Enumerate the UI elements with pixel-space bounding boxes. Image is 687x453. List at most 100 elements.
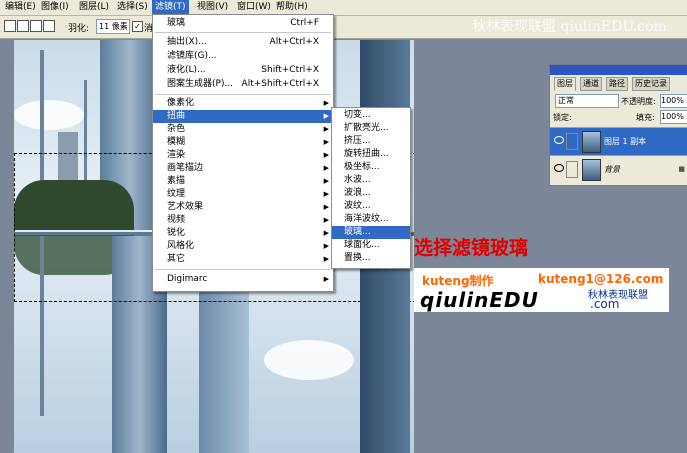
distort-item-zigzag[interactable]: 水波...	[332, 174, 410, 187]
filter-menu-item-pixelate[interactable]: 像素化 ▶	[153, 97, 333, 110]
filter-menu-item-noise[interactable]: 杂色 ▶	[153, 123, 333, 136]
cloud-shape	[264, 340, 354, 380]
menu-view[interactable]: 视图(V)	[194, 0, 231, 15]
add-selection-icon[interactable]	[17, 20, 29, 32]
layer-thumbnail	[582, 159, 601, 181]
menu-item-label: Digimarc	[167, 274, 208, 284]
menu-item-shortcut: Ctrl+F	[290, 18, 319, 28]
distort-item-shear[interactable]: 切变...	[332, 109, 410, 122]
brand-logo-text: qiulinEDU	[420, 288, 539, 312]
menu-item-label: 滤镜库(G)...	[167, 51, 217, 61]
distort-item-glass[interactable]: 玻璃...	[332, 226, 410, 239]
eye-icon[interactable]	[554, 164, 564, 172]
subtract-selection-icon[interactable]	[30, 20, 42, 32]
menu-item-label: 波纹...	[344, 201, 371, 211]
filter-menu-item-liquify[interactable]: 液化(L)... Shift+Ctrl+X	[153, 64, 333, 77]
filter-menu-item-gallery[interactable]: 滤镜库(G)...	[153, 50, 333, 63]
tab-history[interactable]: 历史记录	[632, 77, 670, 91]
building-reflection-shape	[199, 290, 249, 453]
menu-item-label: 扭曲	[167, 111, 186, 121]
menu-item-label: 波浪...	[344, 188, 371, 198]
menu-item-label: 极坐标...	[344, 162, 380, 172]
lock-label: 锁定:	[553, 113, 572, 122]
menu-layer[interactable]: 图层(L)	[76, 0, 112, 15]
filter-menu-item-pattern-maker[interactable]: 图案生成器(P)... Alt+Shift+Ctrl+X	[153, 78, 333, 91]
menu-separator	[155, 269, 331, 270]
filter-menu-item-sketch[interactable]: 素描 ▶	[153, 175, 333, 188]
watermark-text: 秋林表现联盟 qiulinEDU.com	[472, 19, 667, 35]
distort-item-spherize[interactable]: 球面化...	[332, 239, 410, 252]
blend-mode-select[interactable]: 正常	[555, 94, 619, 108]
author-name: kuteng制作	[422, 274, 494, 288]
eye-icon[interactable]	[554, 136, 564, 144]
menu-item-label: 置换...	[344, 253, 371, 263]
menu-item-label: 液化(L)...	[167, 65, 206, 75]
fill-input[interactable]: 100%	[660, 110, 687, 124]
opacity-input[interactable]: 100%	[660, 94, 687, 108]
author-email: kuteng1@126.com	[538, 272, 664, 286]
menu-help[interactable]: 帮助(H)	[273, 0, 311, 15]
filter-menu-item-video[interactable]: 视频 ▶	[153, 214, 333, 227]
menu-filter[interactable]: 滤镜(T)	[152, 0, 189, 15]
menu-edit[interactable]: 编辑(E)	[2, 0, 39, 15]
menu-item-label: 锐化	[167, 228, 186, 238]
cloud-shape	[14, 100, 84, 130]
menu-item-label: 球面化...	[344, 240, 380, 250]
layer-row[interactable]: 背景 ■	[550, 155, 687, 183]
filter-menu-item-brush-strokes[interactable]: 画笔描边 ▶	[153, 162, 333, 175]
filter-menu-item-sharpen[interactable]: 锐化 ▶	[153, 227, 333, 240]
submenu-arrow-icon: ▶	[323, 138, 329, 146]
filter-menu-item-last-filter[interactable]: 玻璃 Ctrl+F	[153, 17, 333, 30]
menu-item-label: 其它	[167, 254, 186, 264]
tab-channels[interactable]: 通道	[580, 77, 602, 91]
tab-layers[interactable]: 图层	[554, 77, 576, 91]
filter-menu: 玻璃 Ctrl+F 抽出(X)... Alt+Ctrl+X 滤镜库(G)... 液化…	[152, 14, 334, 292]
menu-window[interactable]: 窗口(W)	[234, 0, 274, 15]
menu-image[interactable]: 图像(I)	[38, 0, 72, 15]
distort-item-ocean-ripple[interactable]: 海洋波纹...	[332, 213, 410, 226]
submenu-arrow-icon: ▶	[323, 255, 329, 263]
submenu-arrow-icon: ▶	[323, 275, 329, 283]
submenu-arrow-icon: ▶	[323, 112, 329, 120]
menu-item-label: 扩散亮光...	[344, 123, 389, 133]
filter-menu-item-distort[interactable]: 扭曲 ▶	[153, 110, 333, 123]
submenu-arrow-icon: ▶	[323, 190, 329, 198]
filter-menu-item-blur[interactable]: 模糊 ▶	[153, 136, 333, 149]
menu-item-label: 视频	[167, 215, 186, 225]
link-icon[interactable]	[566, 161, 578, 178]
layer-name: 背景	[604, 165, 620, 174]
menu-item-shortcut: Alt+Ctrl+X	[269, 37, 319, 47]
brand-suffix: .com	[590, 297, 620, 311]
filter-menu-item-other[interactable]: 其它 ▶	[153, 253, 333, 266]
menu-separator	[155, 94, 331, 95]
filter-menu-item-artistic[interactable]: 艺术效果 ▶	[153, 201, 333, 214]
filter-menu-item-digimarc[interactable]: Digimarc ▶	[153, 273, 333, 286]
distort-item-diffuse-glow[interactable]: 扩散亮光...	[332, 122, 410, 135]
feather-input[interactable]: 11 像素	[96, 19, 130, 34]
filter-menu-item-texture[interactable]: 纹理 ▶	[153, 188, 333, 201]
distort-item-twirl[interactable]: 旋转扭曲...	[332, 148, 410, 161]
lock-icon: ■	[678, 165, 685, 173]
brush-icon[interactable]	[566, 133, 578, 150]
instruction-text: 选择滤镜玻璃	[414, 237, 529, 259]
panel-title-bar[interactable]	[550, 65, 687, 75]
filter-menu-item-stylize[interactable]: 风格化 ▶	[153, 240, 333, 253]
distort-submenu: 切变... 扩散亮光... 挤压... 旋转扭曲... 极坐标... 水波...…	[331, 107, 411, 269]
antialias-checkbox[interactable]: ✓	[132, 21, 143, 32]
distort-item-pinch[interactable]: 挤压...	[332, 135, 410, 148]
menu-select[interactable]: 选择(S)	[114, 0, 151, 15]
distort-item-polar-coordinates[interactable]: 极坐标...	[332, 161, 410, 174]
tab-paths[interactable]: 路径	[606, 77, 628, 91]
author-credit: kuteng制作 kuteng1@126.com qiulinEDU 秋林表现联…	[414, 268, 669, 312]
distort-item-wave[interactable]: 波浪...	[332, 187, 410, 200]
menu-item-label: 艺术效果	[167, 202, 204, 212]
menu-item-label: 挤压...	[344, 136, 371, 146]
filter-menu-item-extract[interactable]: 抽出(X)... Alt+Ctrl+X	[153, 36, 333, 49]
layer-row[interactable]: 图层 1 副本	[550, 127, 687, 155]
layer-thumbnail	[582, 131, 601, 153]
distort-item-ripple[interactable]: 波纹...	[332, 200, 410, 213]
new-selection-icon[interactable]	[4, 20, 16, 32]
intersect-selection-icon[interactable]	[43, 20, 55, 32]
filter-menu-item-render[interactable]: 渲染 ▶	[153, 149, 333, 162]
distort-item-displace[interactable]: 置换...	[332, 252, 410, 265]
